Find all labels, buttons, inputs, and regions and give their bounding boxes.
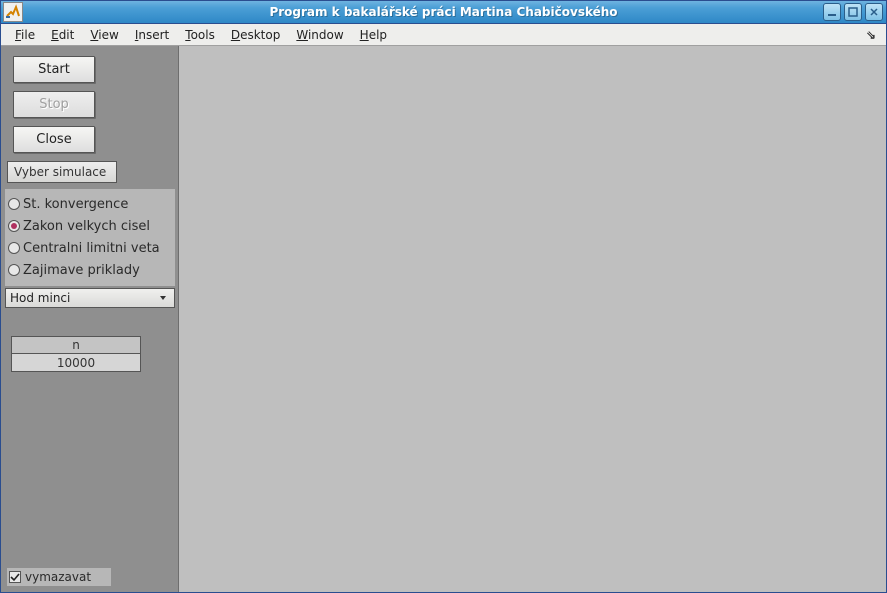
n-parameter: n: [11, 336, 141, 372]
checkbox-icon: [9, 571, 21, 583]
menu-help[interactable]: Help: [352, 26, 395, 44]
radio-label: St. konvergence: [23, 197, 128, 212]
close-button[interactable]: Close: [13, 126, 95, 153]
select-simulation-label: Vyber simulace: [7, 161, 117, 183]
stop-button[interactable]: Stop: [13, 91, 95, 118]
scenario-dropdown[interactable]: Hod minci: [5, 288, 175, 308]
menu-label: ools: [191, 28, 215, 42]
radio-icon: [8, 198, 20, 210]
menu-desktop[interactable]: Desktop: [223, 26, 289, 44]
menu-label: ile: [21, 28, 35, 42]
radio-label: Centralni limitni veta: [23, 241, 160, 256]
close-window-button[interactable]: [865, 3, 883, 21]
menu-view[interactable]: View: [82, 26, 126, 44]
menu-tools[interactable]: Tools: [177, 26, 223, 44]
clear-checkbox-row[interactable]: vymazavat: [7, 568, 111, 586]
menu-edit[interactable]: Edit: [43, 26, 82, 44]
radio-label: Zakon velkych cisel: [23, 219, 150, 234]
menubar: File Edit View Insert Tools Desktop Wind…: [1, 24, 886, 46]
simulation-radio-group: St. konvergence Zakon velkych cisel Cent…: [5, 189, 175, 286]
radio-icon: [8, 220, 20, 232]
start-button[interactable]: Start: [13, 56, 95, 83]
radio-centralni-limitni-veta[interactable]: Centralni limitni veta: [8, 237, 172, 259]
maximize-button[interactable]: [844, 3, 862, 21]
n-input[interactable]: [11, 354, 141, 372]
menu-label: dit: [59, 28, 75, 42]
control-sidebar: Start Stop Close Vyber simulace St. konv…: [1, 46, 179, 592]
menu-label: elp: [369, 28, 387, 42]
chevron-down-icon: [156, 294, 170, 302]
menu-label: iew: [98, 28, 119, 42]
menu-file[interactable]: File: [7, 26, 43, 44]
titlebar: Program k bakalářské práci Martina Chabi…: [1, 1, 886, 24]
window-title: Program k bakalářské práci Martina Chabi…: [1, 5, 886, 19]
dropdown-value: Hod minci: [10, 291, 70, 305]
n-label: n: [11, 336, 141, 354]
menu-window[interactable]: Window: [288, 26, 351, 44]
checkbox-label: vymazavat: [25, 570, 91, 584]
radio-icon: [8, 264, 20, 276]
toolbar-overflow-icon[interactable]: ⇘: [862, 28, 880, 42]
content-row: Start Stop Close Vyber simulace St. konv…: [1, 46, 886, 592]
menu-label: indow: [308, 28, 344, 42]
radio-icon: [8, 242, 20, 254]
minimize-button[interactable]: [823, 3, 841, 21]
menu-insert[interactable]: Insert: [127, 26, 177, 44]
menu-label: esktop: [240, 28, 280, 42]
app-window: Program k bakalářské práci Martina Chabi…: [0, 0, 887, 593]
radio-st-konvergence[interactable]: St. konvergence: [8, 193, 172, 215]
matlab-icon: [3, 2, 23, 22]
radio-zajimave-priklady[interactable]: Zajimave priklady: [8, 259, 172, 281]
figure-canvas: [179, 46, 886, 592]
radio-label: Zajimave priklady: [23, 263, 140, 278]
menu-label: nsert: [138, 28, 169, 42]
radio-zakon-velkych-cisel[interactable]: Zakon velkych cisel: [8, 215, 172, 237]
